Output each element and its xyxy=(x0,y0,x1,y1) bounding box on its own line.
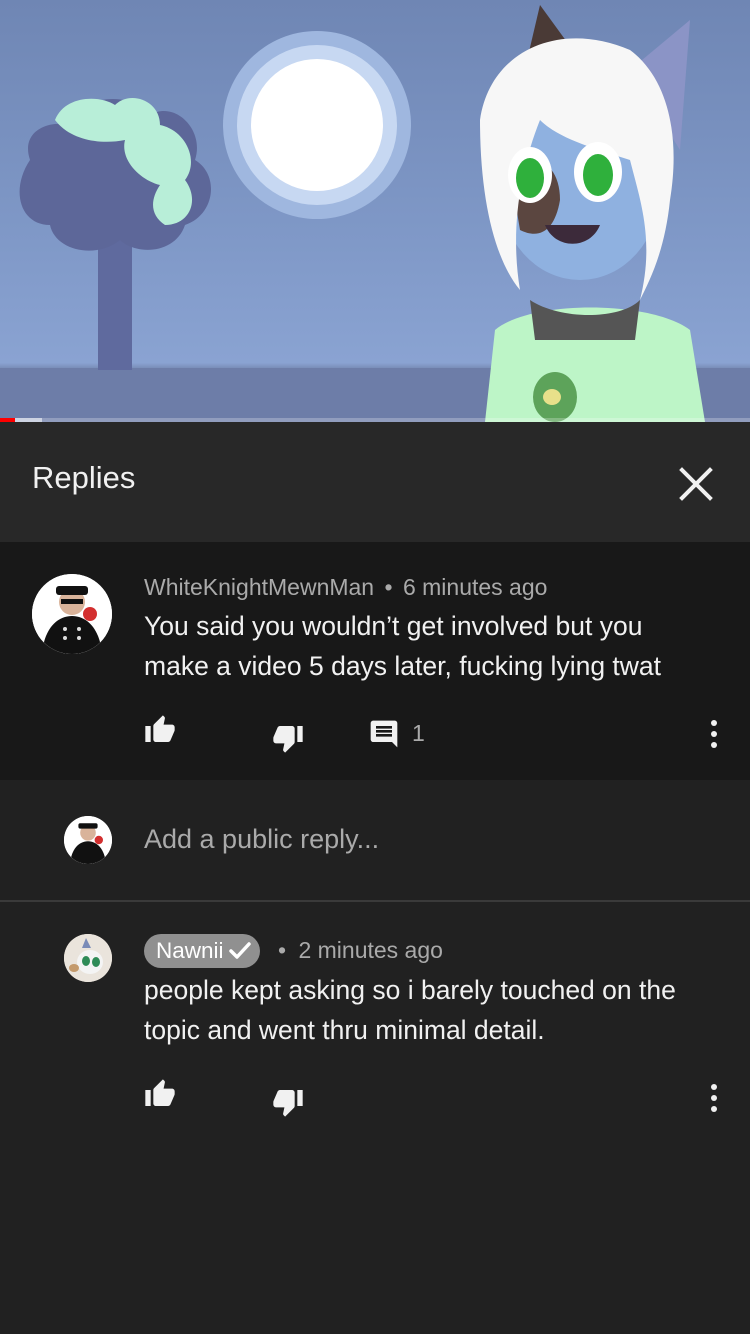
comment-text: You said you wouldn’t get involved but y… xyxy=(144,606,661,686)
avatar-image xyxy=(32,574,112,654)
more-options-button[interactable] xyxy=(700,1082,728,1119)
add-reply-row[interactable]: Add a public reply... xyxy=(0,780,750,902)
user-avatar xyxy=(64,816,112,864)
replies-title: Replies xyxy=(32,460,136,495)
avatar-image xyxy=(64,816,112,864)
thumb-down-icon xyxy=(273,726,303,753)
comment-time: 6 minutes ago xyxy=(402,574,548,600)
video-player[interactable] xyxy=(0,0,750,422)
dislike-button[interactable] xyxy=(272,1086,304,1123)
parent-comment: WhiteKnightMewnMan • 6 minutes ago You s… xyxy=(0,542,750,780)
comment-author[interactable]: WhiteKnightMewnMan xyxy=(144,574,374,600)
like-button[interactable] xyxy=(144,1078,176,1115)
reply-count: 1 xyxy=(412,720,425,746)
thumb-down-icon xyxy=(273,1090,303,1117)
reply-comment: Nawnii • 2 minutes ago people kept askin… xyxy=(0,902,750,1134)
meta-separator: • xyxy=(384,574,393,600)
replies-button[interactable] xyxy=(368,718,400,755)
reply-author: Nawnii xyxy=(156,938,224,963)
more-options-button[interactable] xyxy=(700,718,728,755)
check-icon xyxy=(228,942,251,959)
close-icon xyxy=(679,467,713,501)
add-reply-input[interactable]: Add a public reply... xyxy=(144,824,379,855)
reply-text-line: people kept asking so i barely touched o… xyxy=(144,975,676,1005)
comment-meta: WhiteKnightMewnMan • 6 minutes ago xyxy=(144,574,547,601)
creator-avatar[interactable] xyxy=(64,934,112,982)
close-button[interactable] xyxy=(678,466,714,502)
commenter-avatar[interactable] xyxy=(32,574,112,654)
reply-text-line: topic and went thru minimal detail. xyxy=(144,1015,545,1045)
thumb-up-icon xyxy=(145,1079,175,1106)
more-vert-icon xyxy=(711,720,717,748)
more-vert-icon xyxy=(711,1084,717,1112)
dislike-button[interactable] xyxy=(272,722,304,759)
reply-time: 2 minutes ago xyxy=(298,937,443,963)
avatar-image xyxy=(64,934,112,982)
comment-icon xyxy=(370,720,398,748)
video-frame xyxy=(0,5,750,422)
reply-text: people kept asking so i barely touched o… xyxy=(144,970,676,1050)
thumb-up-icon xyxy=(145,715,175,742)
reply-meta: • 2 minutes ago xyxy=(278,937,443,964)
meta-separator: • xyxy=(278,937,287,963)
comment-text-line: make a video 5 days later, fucking lying… xyxy=(144,651,662,681)
creator-badge[interactable]: Nawnii xyxy=(144,934,260,968)
replies-header: Replies xyxy=(0,422,750,542)
comment-text-line: You said you wouldn’t get involved but y… xyxy=(144,611,643,641)
like-button[interactable] xyxy=(144,714,176,751)
